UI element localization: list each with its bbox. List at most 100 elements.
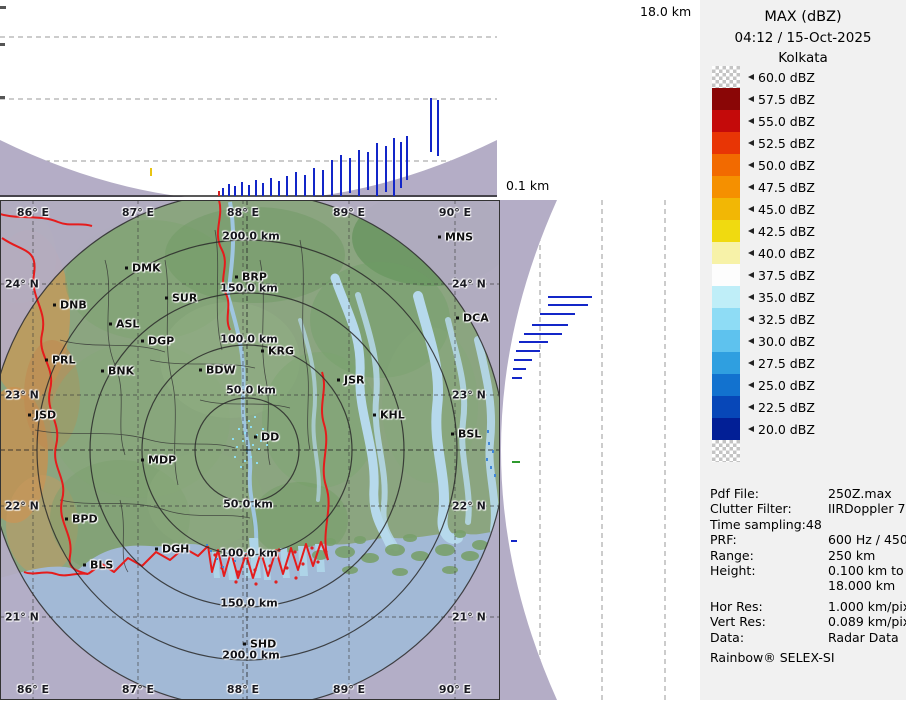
legend-color-swatch: [712, 154, 740, 176]
legend-scale-row: 20.0 dBZ: [712, 418, 815, 440]
legend-color-swatch: [712, 396, 740, 418]
legend-color-swatch: [712, 286, 740, 308]
scan-timestamp: 04:12 / 15-Oct-2025: [734, 30, 872, 47]
dbz-color-scale: 60.0 dBZ 57.5 dBZ 55.0 dBZ 52.5 dBZ 50.0 dBZ…: [712, 66, 815, 462]
info-value: 0.100 km to: [828, 563, 904, 579]
info-value: 18.000 km: [828, 578, 896, 594]
beam-blind-zone: [0, 140, 497, 201]
legend-scale-row: 52.5 dBZ: [712, 132, 815, 154]
vertical-profile-top-panel: [0, 0, 700, 201]
legend-scale-label: 40.0 dBZ: [745, 246, 815, 261]
info-row: Height: 0.100 km to: [710, 563, 904, 579]
info-row: Data: Radar Data: [710, 630, 902, 645]
info-value: 0.089 km/pixel: [828, 614, 906, 630]
legend-scale-row: 27.5 dBZ: [712, 352, 815, 374]
legend-color-swatch: [712, 330, 740, 352]
legend-color-swatch: [712, 264, 740, 286]
legend-color-swatch: [712, 220, 740, 242]
info-label: PRF:: [710, 532, 737, 548]
info-row: Pdf File: 250Z.max: [710, 486, 902, 501]
legend-scale-label: 20.0 dBZ: [745, 422, 815, 437]
info-value: 600 Hz / 450 Hz: [828, 532, 906, 548]
max-height-label: 18.0 km: [640, 4, 692, 19]
info-label: [710, 578, 828, 593]
legend-header: MAX (dBZ) 04:12 / 15-Oct-2025 Kolkata: [700, 0, 906, 68]
scale-tick-icon: [745, 404, 754, 410]
min-height-label: 0.1 km: [506, 178, 550, 193]
info-value: [828, 517, 902, 532]
legend-scale-label: 37.5 dBZ: [745, 268, 815, 283]
product-info-list: Pdf File: 250Z.max Clutter Filter: IIRDoppl…: [710, 486, 906, 645]
legend-scale-row: 32.5 dBZ: [712, 308, 815, 330]
vertical-profile-side-panel: [500, 200, 700, 700]
legend-scale-row: 45.0 dBZ: [712, 198, 815, 220]
legend-scale-label: 60.0 dBZ: [745, 70, 815, 85]
legend-scale-label: 55.0 dBZ: [745, 114, 815, 129]
info-label: Data:: [710, 629, 745, 645]
scale-tick-icon: [745, 316, 754, 322]
legend-scale-label: 35.0 dBZ: [745, 290, 815, 305]
info-row: PRF: 600 Hz / 450 Hz: [710, 532, 906, 548]
legend-scale-label: 32.5 dBZ: [745, 312, 815, 327]
height-gridlines: [0, 36, 497, 162]
legend-scale-row: 57.5 dBZ: [712, 88, 815, 110]
legend-color-swatch: [712, 176, 740, 198]
legend-scale-row: 25.0 dBZ: [712, 374, 815, 396]
product-title: MAX (dBZ): [764, 9, 842, 25]
scale-tick-icon: [745, 382, 754, 388]
legend-scale-row: 37.5 dBZ: [712, 264, 815, 286]
legend-scale-label: 25.0 dBZ: [745, 378, 815, 393]
legend-scale-label: 22.5 dBZ: [745, 400, 815, 415]
legend-color-swatch: [712, 308, 740, 330]
info-row: Time sampling:48: [710, 517, 902, 532]
axis-ticks: [0, 6, 6, 99]
scale-tick-icon: [745, 250, 754, 256]
legend-color-swatch: [712, 352, 740, 374]
legend-scale-row: 30.0 dBZ: [712, 330, 815, 352]
legend-scale-row: 42.5 dBZ: [712, 220, 815, 242]
info-value: 1.000 km/pixel: [828, 598, 906, 614]
scale-tick-icon: [745, 228, 754, 234]
scale-tick-icon: [745, 96, 754, 102]
legend-scale-label: 30.0 dBZ: [745, 334, 815, 349]
info-label: Clutter Filter:: [710, 501, 792, 517]
legend-scale-label: 52.5 dBZ: [745, 136, 815, 151]
info-label: Hor Res:: [710, 598, 763, 614]
info-label: Time sampling:48: [710, 516, 822, 532]
info-label: Pdf File:: [710, 486, 759, 501]
scale-tick-icon: [745, 140, 754, 146]
legend-color-swatch: [712, 440, 740, 462]
legend-color-swatch: [712, 88, 740, 110]
scale-tick-icon: [745, 272, 754, 278]
info-value: Radar Data: [828, 629, 899, 645]
info-value: IIRDoppler 7: [828, 501, 906, 517]
legend-scale-label: 42.5 dBZ: [745, 224, 815, 239]
legend-scale-label: 50.0 dBZ: [745, 158, 815, 173]
info-value: 250 km: [828, 547, 876, 563]
legend-color-swatch: [712, 132, 740, 154]
legend-scale-row: [712, 440, 815, 462]
legend-scale-label: 47.5 dBZ: [745, 180, 815, 195]
scale-tick-icon: [745, 118, 754, 124]
legend-scale-label: 45.0 dBZ: [745, 202, 815, 217]
info-label: Height:: [710, 563, 756, 579]
legend-color-swatch: [712, 242, 740, 264]
scale-tick-icon: [745, 184, 754, 190]
scale-tick-icon: [745, 162, 754, 168]
legend-scale-row: 60.0 dBZ: [712, 66, 815, 88]
radar-display-window: 18.0 km 0.1 km MNS DMK BRP SUR DNB ASL D…: [0, 0, 906, 700]
legend-color-swatch: [712, 198, 740, 220]
legend-scale-row: 40.0 dBZ: [712, 242, 815, 264]
beam-blind-zone: [500, 200, 557, 700]
info-row: Range: 250 km: [710, 548, 902, 563]
radar-map: MNS DMK BRP SUR DNB ASL DGP KRG DCA PRL BNK BDW JSR J…: [0, 200, 500, 700]
info-row: Vert Res: 0.089 km/pixel: [710, 614, 906, 630]
info-label: Vert Res:: [710, 614, 766, 630]
info-row: Clutter Filter: IIRDoppler 7: [710, 501, 906, 517]
legend-scale-row: 35.0 dBZ: [712, 286, 815, 308]
scale-tick-icon: [745, 74, 754, 80]
height-gridlines: [539, 200, 666, 700]
info-value: 250Z.max: [828, 486, 892, 501]
scale-tick-icon: [745, 206, 754, 212]
scale-tick-icon: [745, 338, 754, 344]
